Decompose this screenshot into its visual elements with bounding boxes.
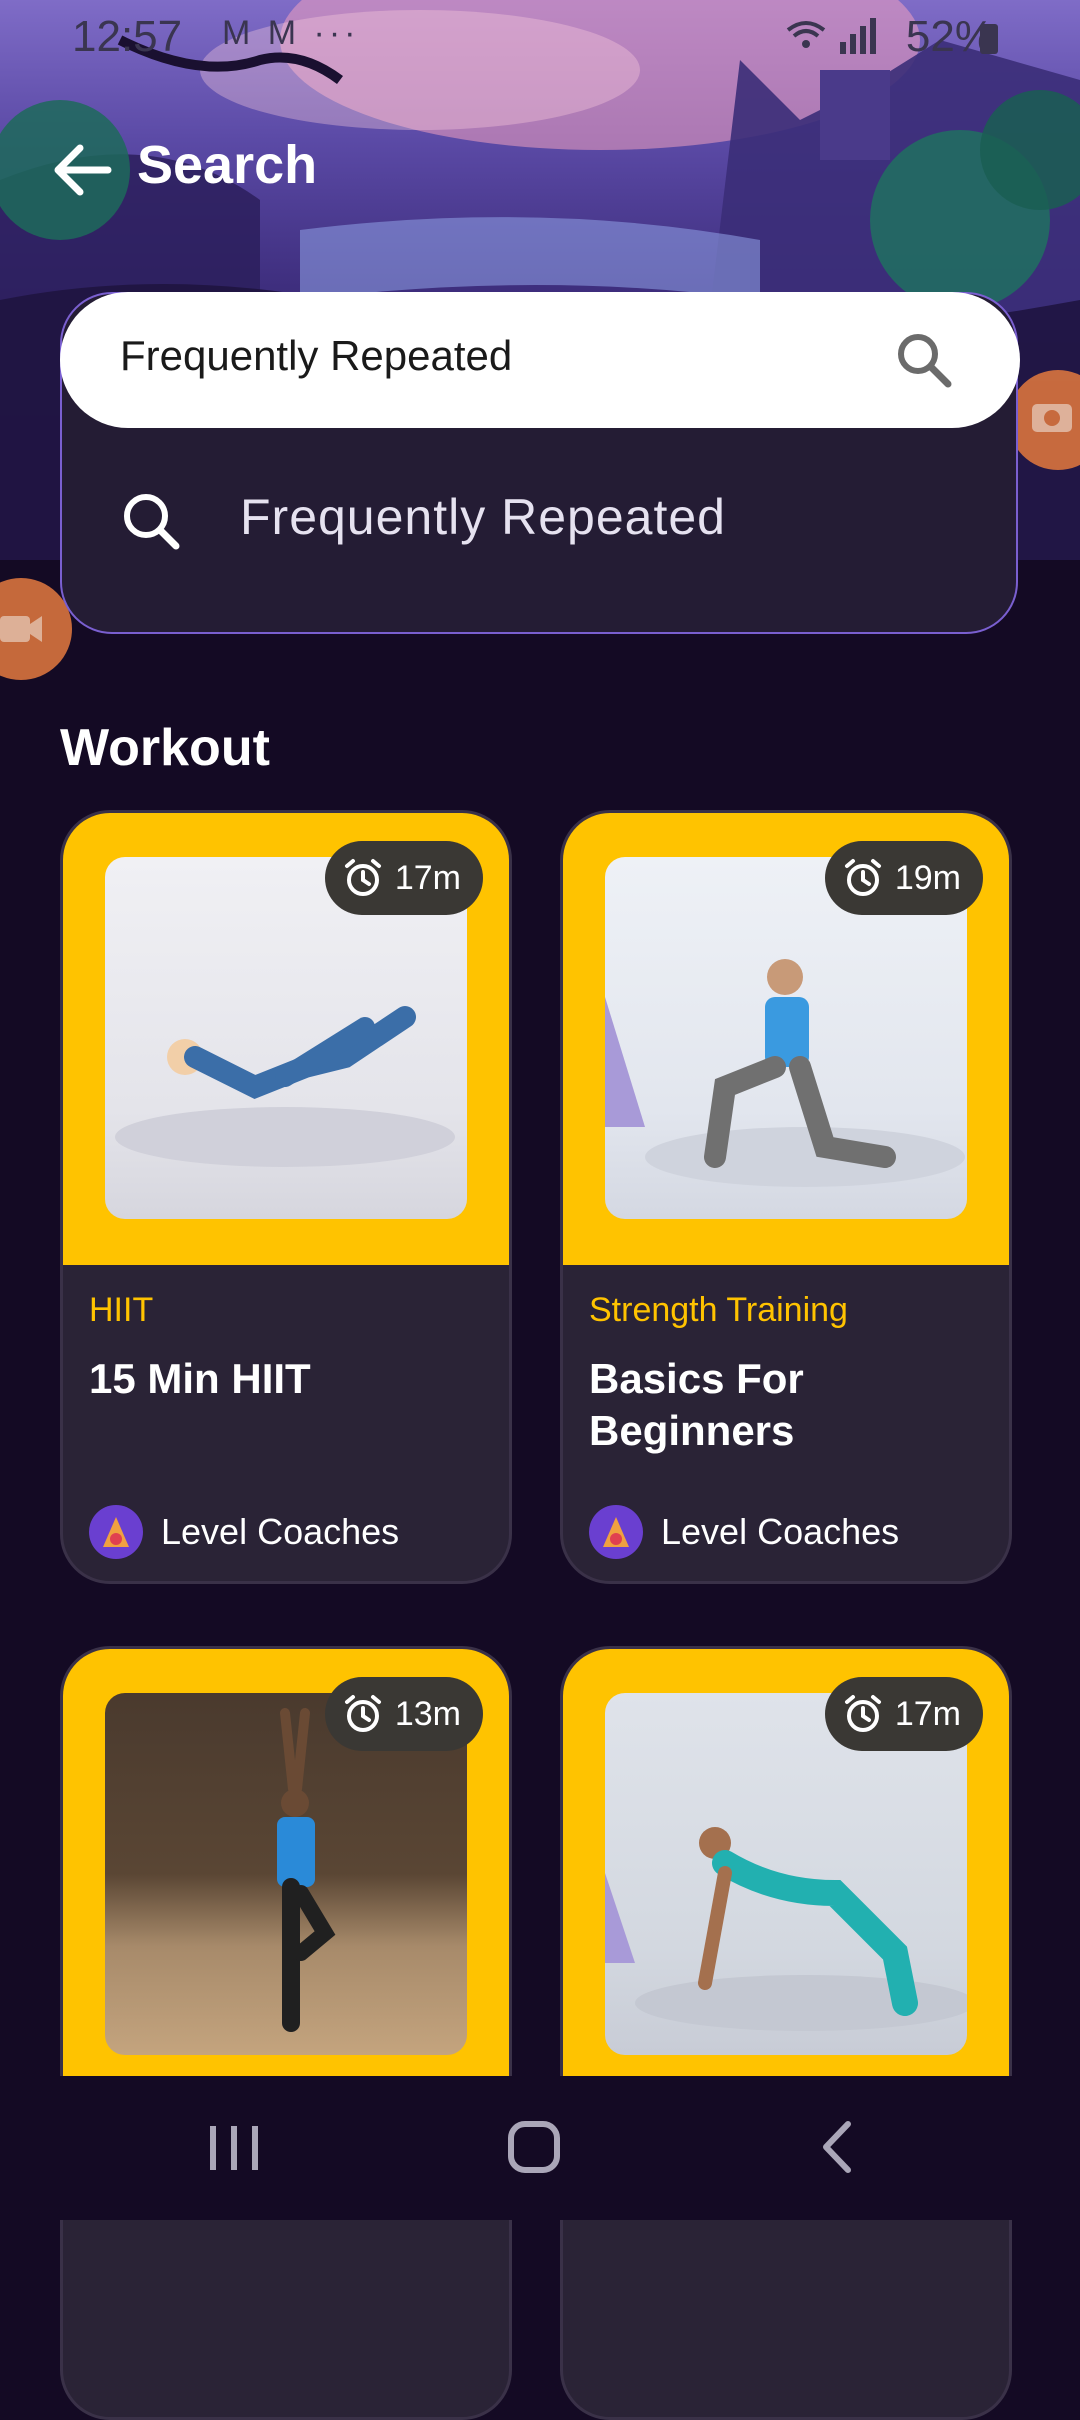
- search-suggestion-item[interactable]: Frequently Repeated: [60, 428, 1018, 608]
- status-bar: 12:57 M M ··· 52%: [0, 0, 1080, 70]
- floating-camera-bubble[interactable]: [1008, 370, 1080, 470]
- search-icon[interactable]: [894, 330, 954, 390]
- camera-icon: [1032, 404, 1072, 432]
- search-input-value: Frequently Repeated: [120, 332, 513, 379]
- workout-card-media: 17m: [563, 1649, 1009, 2101]
- recents-icon: [210, 2126, 258, 2170]
- home-button[interactable]: [465, 2076, 605, 2220]
- back-chevron-icon: [823, 2121, 851, 2173]
- alarm-clock-icon: [344, 1695, 381, 1732]
- duration-badge: 17m: [324, 841, 483, 915]
- workout-category: HIIT: [89, 1291, 154, 1329]
- system-navigation-bar: [0, 2076, 1080, 2220]
- duration-text: 17m: [894, 1694, 961, 1733]
- workout-card[interactable]: 17m HIIT 15 Min HIIT Level Coaches: [60, 810, 512, 1584]
- duration-text: 19m: [894, 858, 961, 897]
- duration-badge: 19m: [824, 841, 983, 915]
- home-icon: [508, 2121, 560, 2173]
- recents-button[interactable]: [164, 2076, 304, 2220]
- search-suggestion-label: Frequently Repeated: [240, 489, 726, 545]
- workout-card[interactable]: 19m Strength Training Basics For Beginne…: [560, 810, 1012, 1584]
- coach-info: Level Coaches: [589, 1505, 899, 1559]
- duration-badge: 17m: [824, 1677, 983, 1751]
- duration-text: 17m: [394, 858, 461, 897]
- section-title: Workout: [60, 719, 270, 777]
- search-input[interactable]: Frequently Repeated: [60, 292, 1020, 428]
- coach-avatar: [89, 1505, 143, 1559]
- wifi-signal-icon: [786, 18, 876, 54]
- status-time: 12:57: [72, 12, 183, 61]
- coach-info: Level Coaches: [89, 1505, 399, 1559]
- workout-card-media: 13m: [63, 1649, 509, 2101]
- coach-name: Level Coaches: [161, 1511, 400, 1552]
- workout-card-media: 17m: [63, 813, 509, 1265]
- duration-badge: 13m: [324, 1677, 483, 1751]
- alarm-clock-icon: [344, 859, 381, 896]
- workout-title: Basics For Beginners: [589, 1355, 804, 1454]
- duration-text: 13m: [394, 1694, 461, 1733]
- workout-card[interactable]: 13m: [60, 1646, 512, 2420]
- workout-title: 15 Min HIIT: [89, 1355, 311, 1402]
- back-button[interactable]: [52, 140, 114, 200]
- page-title: Search: [137, 135, 318, 195]
- arrow-left-icon: [54, 144, 112, 196]
- alarm-clock-icon: [844, 1695, 881, 1732]
- search-icon: [124, 494, 180, 550]
- workout-card-media: 19m: [563, 813, 1009, 1265]
- battery-icon: [980, 24, 998, 54]
- workout-card[interactable]: 17m: [560, 1646, 1012, 2420]
- coach-name: Level Coaches: [661, 1511, 900, 1552]
- workout-category: Strength Training: [589, 1291, 848, 1329]
- coach-avatar: [589, 1505, 643, 1559]
- back-nav-button[interactable]: [768, 2076, 908, 2220]
- notification-icons: M M ···: [222, 14, 360, 52]
- alarm-clock-icon: [844, 859, 881, 896]
